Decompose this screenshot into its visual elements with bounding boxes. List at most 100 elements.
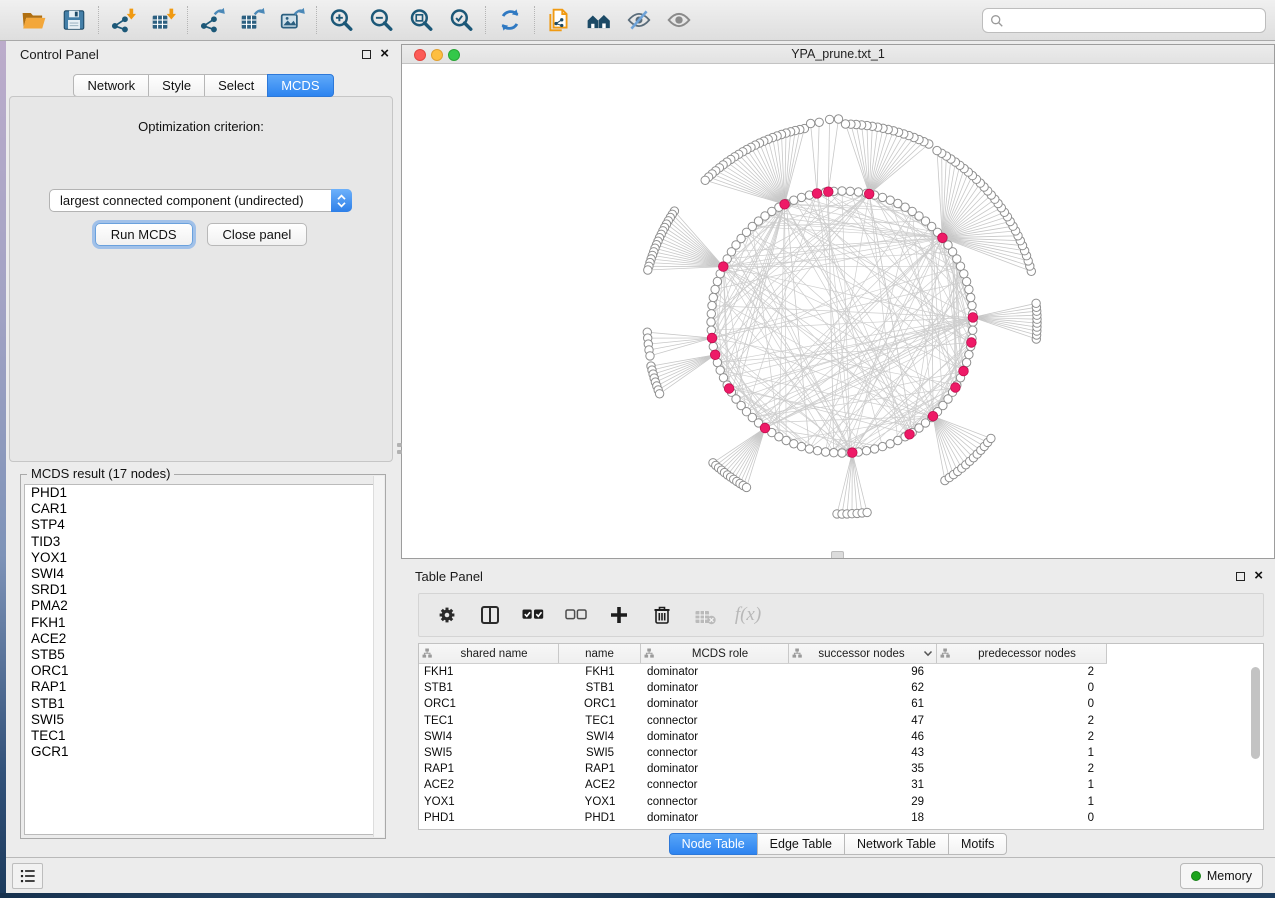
cell-mcds_role: dominator xyxy=(641,682,789,694)
export-image-button[interactable] xyxy=(278,6,306,34)
zoom-selected-button[interactable] xyxy=(447,6,475,34)
close-panel-button[interactable]: Close panel xyxy=(207,223,308,246)
tab-select[interactable]: Select xyxy=(204,74,268,97)
cell-shared_name: SWI5 xyxy=(419,747,559,759)
close-panel-icon[interactable]: × xyxy=(380,49,389,59)
hide-selected-button[interactable] xyxy=(625,6,653,34)
memory-button[interactable]: Memory xyxy=(1180,863,1263,889)
result-list-item[interactable]: FKH1 xyxy=(25,615,381,631)
result-list-item[interactable]: TEC1 xyxy=(25,728,381,744)
cell-predecessor_nodes: 1 xyxy=(937,796,1107,808)
column-header-shared-name[interactable]: shared name xyxy=(419,644,559,663)
result-list-item[interactable]: PMA2 xyxy=(25,598,381,614)
result-list-item[interactable]: STB5 xyxy=(25,647,381,663)
delete-column-button[interactable] xyxy=(649,602,675,628)
zoom-out-button[interactable] xyxy=(367,6,395,34)
chevron-up-down-icon[interactable] xyxy=(331,189,352,212)
first-neighbors-button[interactable] xyxy=(585,6,613,34)
result-list-item[interactable]: PHD1 xyxy=(25,485,381,501)
tab-edge-table[interactable]: Edge Table xyxy=(757,833,845,855)
search-box[interactable] xyxy=(982,8,1266,33)
tab-node-table[interactable]: Node Table xyxy=(669,833,758,855)
table-row[interactable]: YOX1YOX1connector291 xyxy=(419,794,1263,810)
table-row[interactable]: SWI5SWI5connector431 xyxy=(419,745,1263,761)
open-file-button[interactable] xyxy=(20,6,48,34)
result-list-scrollbar[interactable] xyxy=(373,476,384,837)
table-row[interactable]: RAP1RAP1dominator352 xyxy=(419,761,1263,777)
refresh-layout-button[interactable] xyxy=(496,6,524,34)
search-input[interactable] xyxy=(1009,13,1258,28)
tab-mcds[interactable]: MCDS xyxy=(267,74,333,97)
table-row[interactable]: ORC1ORC1dominator610 xyxy=(419,696,1263,712)
maximize-window-icon[interactable] xyxy=(448,49,460,61)
column-header-MCDS-role[interactable]: MCDS role xyxy=(641,644,789,663)
run-mcds-button[interactable]: Run MCDS xyxy=(95,223,193,246)
cell-name: ACE2 xyxy=(559,779,641,791)
function-builder-button: f(x) xyxy=(735,602,761,628)
tab-network[interactable]: Network xyxy=(73,74,149,97)
float-table-panel-icon[interactable] xyxy=(1236,572,1245,581)
minimize-window-icon[interactable] xyxy=(431,49,443,61)
result-list-item[interactable]: CAR1 xyxy=(25,501,381,517)
panel-splitter-grip[interactable] xyxy=(395,440,403,462)
float-panel-icon[interactable] xyxy=(362,50,371,59)
result-list-item[interactable]: RAP1 xyxy=(25,679,381,695)
cell-name: FKH1 xyxy=(559,666,641,678)
export-network-button[interactable] xyxy=(198,6,226,34)
table-row[interactable]: ACE2ACE2connector311 xyxy=(419,777,1263,793)
cell-predecessor_nodes: 0 xyxy=(937,682,1107,694)
table-row[interactable]: TEC1TEC1connector472 xyxy=(419,713,1263,729)
save-button[interactable] xyxy=(60,6,88,34)
column-header-label: predecessor nodes xyxy=(951,648,1103,660)
result-list-item[interactable]: ACE2 xyxy=(25,631,381,647)
zoom-in-icon xyxy=(328,7,354,33)
select-all-rows-button[interactable] xyxy=(520,602,546,628)
result-list-item[interactable]: ORC1 xyxy=(25,663,381,679)
result-list-item[interactable]: SWI5 xyxy=(25,712,381,728)
menu-list-button[interactable] xyxy=(12,863,43,889)
tab-network-table[interactable]: Network Table xyxy=(844,833,949,855)
add-column-button[interactable] xyxy=(606,602,632,628)
new-network-from-selection-button[interactable] xyxy=(545,6,573,34)
result-list-item[interactable]: GCR1 xyxy=(25,744,381,760)
zoom-in-button[interactable] xyxy=(327,6,355,34)
cell-predecessor_nodes: 0 xyxy=(937,812,1107,824)
table-row[interactable]: SWI4SWI4dominator462 xyxy=(419,729,1263,745)
tab-motifs[interactable]: Motifs xyxy=(948,833,1007,855)
import-network-button[interactable] xyxy=(109,6,137,34)
criterion-select[interactable]: largest connected component (undirected) xyxy=(49,189,352,212)
mcds-result-title: MCDS result (17 nodes) xyxy=(27,466,174,481)
column-header-name[interactable]: name xyxy=(559,644,641,663)
table-scrollbar-thumb[interactable] xyxy=(1251,667,1260,759)
control-panel-header: Control Panel × xyxy=(6,41,401,67)
result-list-item[interactable]: STB1 xyxy=(25,696,381,712)
zoom-fit-content-button[interactable] xyxy=(407,6,435,34)
export-image-icon xyxy=(279,7,305,33)
close-window-icon[interactable] xyxy=(414,49,426,61)
export-table-button[interactable] xyxy=(238,6,266,34)
table-settings-button[interactable] xyxy=(434,602,460,628)
result-list-item[interactable]: STP4 xyxy=(25,517,381,533)
show-all-button[interactable] xyxy=(665,6,693,34)
column-header-successor-nodes[interactable]: successor nodes xyxy=(789,644,937,663)
result-list-item[interactable]: TID3 xyxy=(25,534,381,550)
table-row[interactable]: PHD1PHD1dominator180 xyxy=(419,810,1263,826)
cell-name: SWI4 xyxy=(559,731,641,743)
network-canvas[interactable] xyxy=(402,64,1274,558)
tab-style[interactable]: Style xyxy=(148,74,205,97)
split-panel-button[interactable] xyxy=(477,602,503,628)
column-header-predecessor-nodes[interactable]: predecessor nodes xyxy=(937,644,1107,663)
close-table-panel-icon[interactable]: × xyxy=(1254,571,1263,581)
table-row[interactable]: STB1STB1dominator620 xyxy=(419,680,1263,696)
import-table-icon xyxy=(150,7,176,33)
table-row[interactable]: FKH1FKH1dominator962 xyxy=(419,664,1263,680)
result-list-item[interactable]: SRD1 xyxy=(25,582,381,598)
result-list-item[interactable]: SWI4 xyxy=(25,566,381,582)
result-list-item[interactable]: YOX1 xyxy=(25,550,381,566)
canvas-splitter-grip[interactable] xyxy=(831,551,844,558)
deselect-all-rows-button[interactable] xyxy=(563,602,589,628)
hide-selected-icon xyxy=(626,7,652,33)
toolbar-group xyxy=(486,6,534,34)
import-table-button[interactable] xyxy=(149,6,177,34)
network-graph[interactable] xyxy=(402,64,1274,558)
